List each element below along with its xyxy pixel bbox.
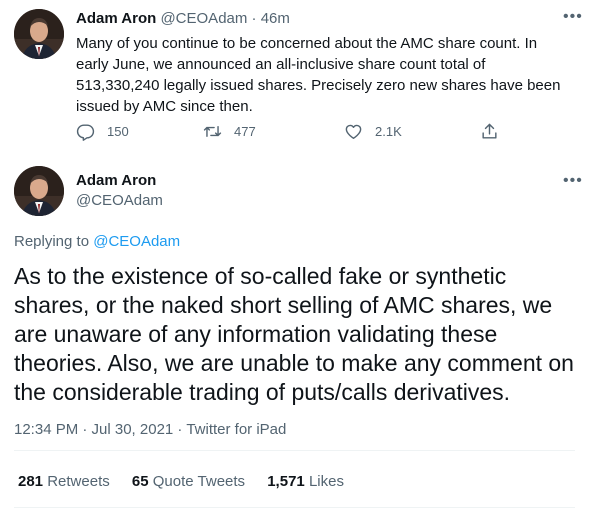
retweet-count: 477 — [234, 124, 256, 139]
retweets-count: 281 — [18, 473, 44, 490]
author-handle[interactable]: @CEOAdam — [160, 10, 247, 27]
author-handle[interactable]: @CEOAdam — [76, 192, 163, 209]
meta-separator: · — [173, 421, 187, 438]
tweet-text: Many of you continue to be concerned abo… — [76, 35, 561, 115]
retweet-button[interactable]: 477 — [203, 122, 256, 141]
tweet-header: Adam Aron @CEOAdam · 46m — [76, 10, 290, 27]
share-icon — [482, 123, 497, 139]
more-options-icon[interactable]: ••• — [563, 173, 583, 189]
heart-icon — [345, 124, 362, 139]
tweet-actions: 150 477 2.1K — [76, 122, 506, 144]
replying-prefix: Replying to — [14, 233, 94, 250]
header-separator: · — [251, 10, 257, 27]
likes-stat[interactable]: 1,571 Likes — [267, 473, 344, 490]
tweet-timestamp[interactable]: 12:34 PM · Jul 30, 2021 — [14, 421, 173, 438]
reply-count: 150 — [107, 124, 129, 139]
quote-tweets-stat[interactable]: 65 Quote Tweets — [132, 473, 245, 490]
divider — [14, 450, 575, 451]
likes-count: 1,571 — [267, 473, 305, 490]
like-button[interactable]: 2.1K — [344, 122, 402, 141]
tweet-text: As to the existence of so-called fake or… — [14, 263, 574, 405]
tweet-meta: 12:34 PM · Jul 30, 2021 · Twitter for iP… — [14, 421, 286, 438]
share-button[interactable] — [480, 122, 511, 141]
likes-label: Likes — [308, 473, 344, 490]
retweets-label: Retweets — [47, 473, 110, 490]
tweet-source[interactable]: Twitter for iPad — [186, 421, 286, 438]
replying-handle-link[interactable]: @CEOAdam — [93, 233, 180, 250]
quote-label: Quote Tweets — [152, 473, 246, 490]
author-name[interactable]: Adam Aron — [76, 10, 156, 27]
retweet-icon — [203, 126, 222, 137]
replying-to: Replying to @CEOAdam — [14, 233, 180, 250]
retweets-stat[interactable]: 281 Retweets — [18, 473, 110, 490]
avatar-image — [14, 9, 64, 59]
author-avatar[interactable] — [14, 9, 64, 59]
more-options-icon[interactable]: ••• — [563, 9, 583, 25]
avatar-image — [14, 166, 64, 216]
quote-count: 65 — [131, 473, 149, 490]
reply-button[interactable]: 150 — [76, 122, 129, 141]
like-count: 2.1K — [375, 124, 402, 139]
author-avatar[interactable] — [14, 166, 64, 216]
reply-icon — [76, 124, 95, 141]
author-name[interactable]: Adam Aron — [76, 172, 156, 189]
tweet-time[interactable]: 46m — [261, 10, 290, 27]
divider — [14, 507, 575, 508]
tweet-stats: 281 Retweets 65 Quote Tweets 1,571 Likes — [18, 473, 362, 490]
